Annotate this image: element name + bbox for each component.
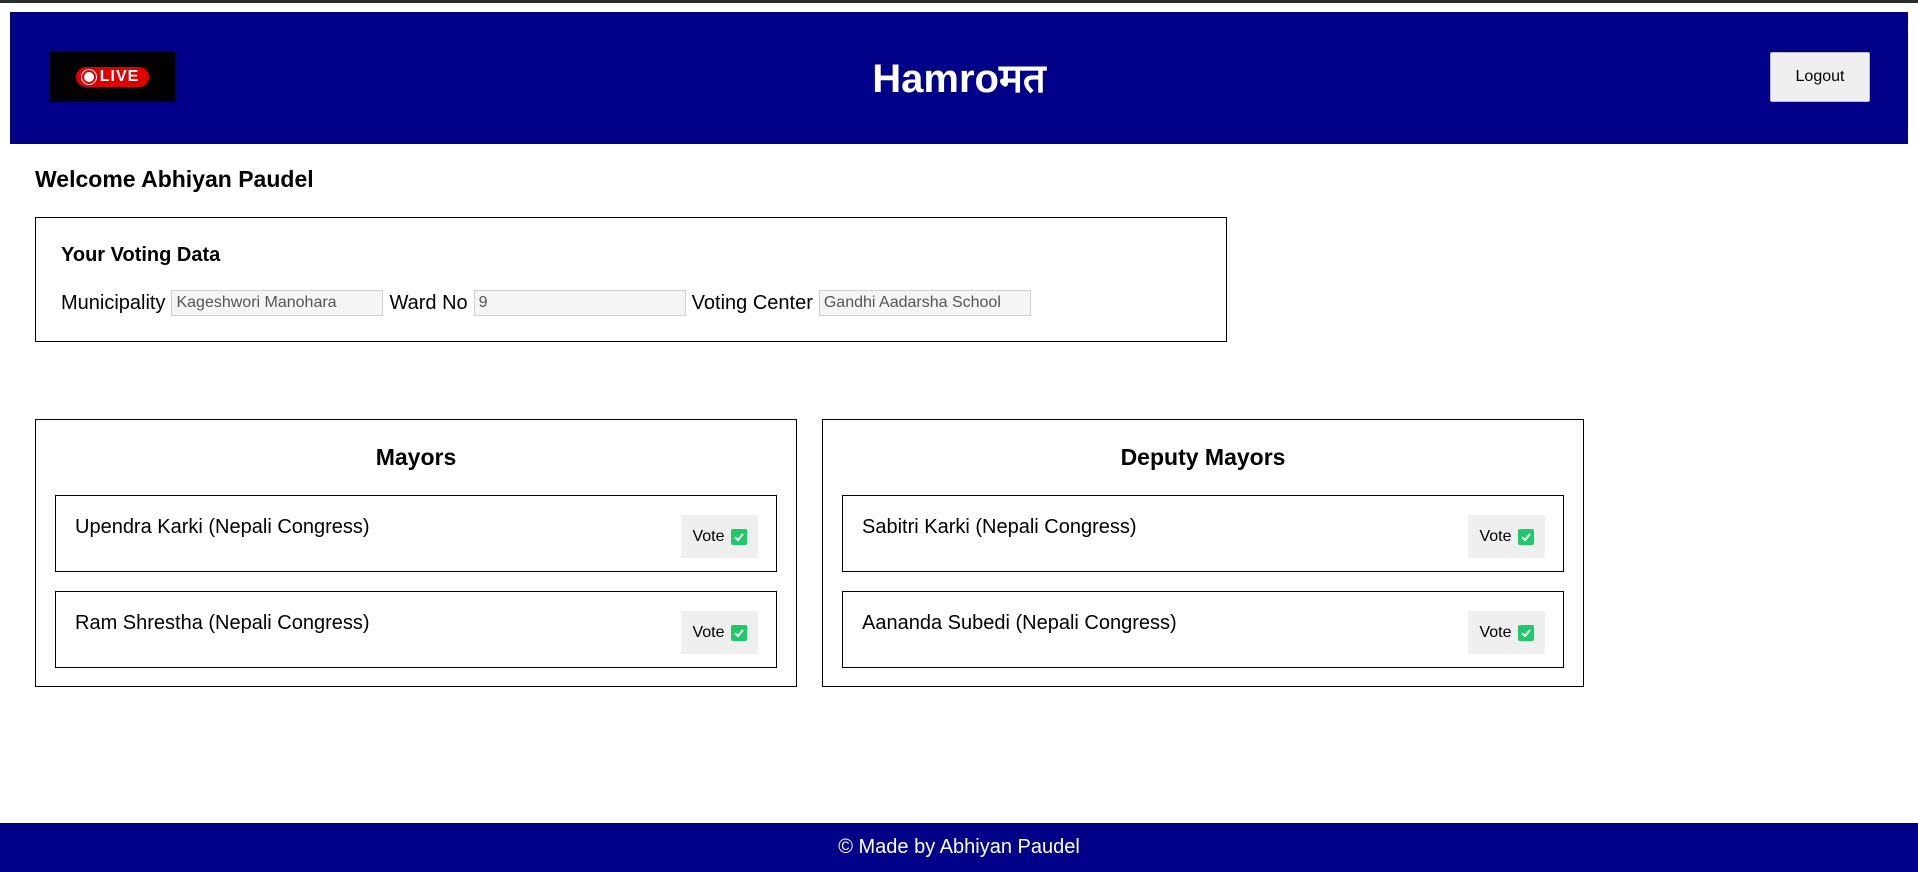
site-footer: © Made by Abhiyan Paudel bbox=[0, 823, 1918, 872]
check-icon bbox=[730, 624, 747, 641]
ward-label: Ward No bbox=[389, 291, 468, 314]
deputy-mayors-panel: Deputy Mayors Sabitri Karki (Nepali Cong… bbox=[822, 419, 1584, 687]
candidate-card: Aananda Subedi (Nepali Congress) Vote bbox=[842, 591, 1564, 668]
vote-button[interactable]: Vote bbox=[681, 515, 758, 558]
candidate-name: Upendra Karki (Nepali Congress) bbox=[75, 516, 370, 538]
candidate-name: Sabitri Karki (Nepali Congress) bbox=[862, 516, 1137, 538]
candidate-name: Aananda Subedi (Nepali Congress) bbox=[862, 612, 1177, 634]
municipality-field[interactable] bbox=[171, 290, 384, 316]
deputy-mayors-heading: Deputy Mayors bbox=[1120, 444, 1286, 470]
vote-label: Vote bbox=[1479, 527, 1512, 545]
candidate-card: Upendra Karki (Nepali Congress) Vote bbox=[55, 495, 777, 572]
check-icon bbox=[730, 528, 747, 545]
footer-text: © Made by Abhiyan Paudel bbox=[838, 836, 1080, 858]
voting-data-fields: Municipality Ward No Voting Center bbox=[61, 290, 1037, 316]
top-border bbox=[0, 0, 1918, 3]
logout-button[interactable]: Logout bbox=[1770, 52, 1870, 102]
site-header: LIVE Hamroमत Logout bbox=[10, 12, 1908, 144]
vote-label: Vote bbox=[692, 623, 725, 641]
municipality-label: Municipality bbox=[61, 291, 166, 314]
vote-button[interactable]: Vote bbox=[681, 611, 758, 654]
vote-button[interactable]: Vote bbox=[1468, 515, 1545, 558]
site-title: Hamroमत bbox=[872, 57, 1046, 101]
voting-center-label: Voting Center bbox=[691, 291, 813, 314]
ward-field[interactable] bbox=[473, 290, 686, 316]
mayors-panel: Mayors Upendra Karki (Nepali Congress) V… bbox=[35, 419, 797, 687]
voting-data-card: Your Voting Data Municipality Ward No Vo… bbox=[35, 217, 1227, 342]
welcome-message: Welcome Abhiyan Paudel bbox=[35, 166, 314, 192]
candidate-name: Ram Shrestha (Nepali Congress) bbox=[75, 612, 370, 634]
check-icon bbox=[1517, 624, 1534, 641]
voting-center-field[interactable] bbox=[818, 290, 1031, 316]
vote-button[interactable]: Vote bbox=[1468, 611, 1545, 654]
vote-label: Vote bbox=[692, 527, 725, 545]
voting-data-heading: Your Voting Data bbox=[61, 244, 221, 266]
vote-label: Vote bbox=[1479, 623, 1512, 641]
mayors-heading: Mayors bbox=[375, 444, 457, 470]
candidate-card: Ram Shrestha (Nepali Congress) Vote bbox=[55, 591, 777, 668]
check-icon bbox=[1517, 528, 1534, 545]
candidate-card: Sabitri Karki (Nepali Congress) Vote bbox=[842, 495, 1564, 572]
